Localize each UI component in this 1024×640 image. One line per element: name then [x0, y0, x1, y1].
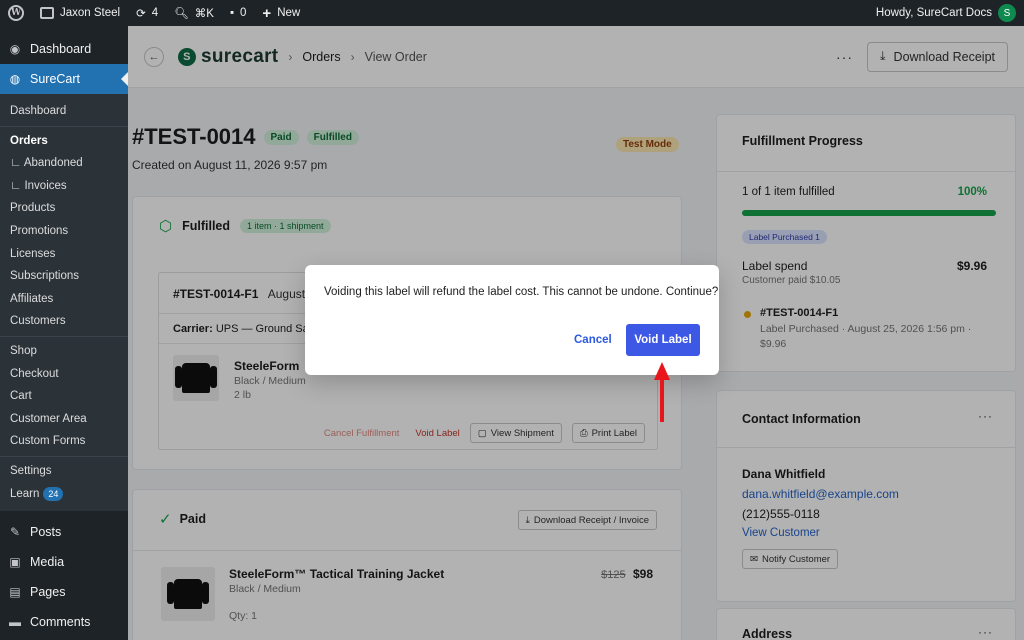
menu-comments-label: Comments: [30, 615, 91, 630]
menu-posts[interactable]: ✎ Posts: [0, 517, 128, 547]
submenu-learn-label: Learn: [10, 487, 40, 500]
search-shortcut-button[interactable]: 🔍︎ ⌘K: [166, 0, 222, 26]
submenu-checkout[interactable]: Checkout: [0, 363, 128, 386]
updates-count: 4: [151, 7, 159, 19]
dialog-void-label-button[interactable]: Void Label: [626, 324, 700, 356]
site-name: Jaxon Steel: [60, 7, 121, 19]
surecart-submenu: Dashboard Orders ∟ Abandoned ∟ Invoices …: [0, 94, 128, 512]
menu-pages-label: Pages: [30, 585, 66, 600]
plus-icon: +: [262, 4, 272, 22]
submenu-abandoned[interactable]: ∟ Abandoned: [0, 152, 128, 175]
pages-icon: ▤: [9, 585, 21, 600]
menu-surecart-label: SureCart: [30, 72, 81, 86]
learn-count-badge: 24: [43, 486, 64, 501]
menu-media[interactable]: ▣ Media: [0, 547, 128, 577]
void-label-dialog: Voiding this label will refund the label…: [305, 265, 719, 375]
dialog-cancel-button[interactable]: Cancel: [574, 334, 612, 346]
comment-icon: ▪: [229, 7, 235, 19]
wordpress-icon: W: [8, 5, 24, 21]
submenu-promotions[interactable]: Promotions: [0, 220, 128, 243]
submenu-cart[interactable]: Cart: [0, 385, 128, 408]
comments-link[interactable]: ▪ 0: [222, 0, 254, 26]
submenu-invoices[interactable]: ∟ Invoices: [0, 175, 128, 198]
submenu-learn[interactable]: Learn 24: [0, 483, 128, 506]
account-menu[interactable]: Howdy, SureCart Docs S: [868, 0, 1024, 26]
submenu-settings[interactable]: Settings: [0, 460, 128, 483]
howdy-text: Howdy, SureCart Docs: [875, 7, 992, 19]
submenu-shop[interactable]: Shop: [0, 340, 128, 363]
submenu-dashboard[interactable]: Dashboard: [0, 100, 128, 123]
menu-pages[interactable]: ▤ Pages: [0, 577, 128, 607]
home-icon: [40, 7, 54, 19]
submenu-affiliates[interactable]: Affiliates: [0, 288, 128, 311]
site-name-link[interactable]: Jaxon Steel: [32, 0, 128, 26]
admin-sidebar: ◉ Dashboard ◍ SureCart Dashboard Orders …: [0, 26, 128, 640]
wordpress-logo-button[interactable]: W: [0, 0, 32, 26]
menu-posts-label: Posts: [30, 525, 62, 540]
media-icon: ▣: [9, 555, 21, 570]
comments-icon: ▬: [9, 615, 21, 630]
menu-comments[interactable]: ▬ Comments: [0, 607, 128, 637]
pin-icon: ✎: [9, 525, 21, 540]
refresh-icon: ⟳: [136, 8, 146, 20]
search-shortcut: ⌘K: [194, 8, 214, 20]
submenu-custom-forms[interactable]: Custom Forms: [0, 430, 128, 453]
search-icon: 🔍︎: [174, 8, 189, 20]
menu-surecart[interactable]: ◍ SureCart: [0, 64, 128, 94]
updates-link[interactable]: ⟳ 4: [128, 0, 166, 26]
submenu-products[interactable]: Products: [0, 197, 128, 220]
submenu-customers[interactable]: Customers: [0, 310, 128, 333]
dialog-message: Voiding this label will refund the label…: [324, 286, 719, 298]
submenu-orders[interactable]: Orders: [0, 130, 128, 153]
comments-count: 0: [240, 7, 247, 19]
menu-media-label: Media: [30, 555, 65, 570]
menu-dashboard[interactable]: ◉ Dashboard: [0, 34, 128, 64]
avatar: S: [998, 4, 1016, 22]
submenu-customer-area[interactable]: Customer Area: [0, 408, 128, 431]
annotation-arrow-icon: [654, 362, 670, 422]
submenu-licenses[interactable]: Licenses: [0, 243, 128, 266]
admin-bar: W Jaxon Steel ⟳ 4 🔍︎ ⌘K ▪ 0 + New Howdy,…: [0, 0, 1024, 26]
surecart-icon: ◍: [9, 72, 21, 86]
menu-dashboard-label: Dashboard: [30, 42, 92, 56]
new-content-button[interactable]: + New: [254, 0, 308, 26]
submenu-subscriptions[interactable]: Subscriptions: [0, 265, 128, 288]
new-label: New: [277, 7, 301, 19]
dashboard-icon: ◉: [9, 42, 21, 56]
